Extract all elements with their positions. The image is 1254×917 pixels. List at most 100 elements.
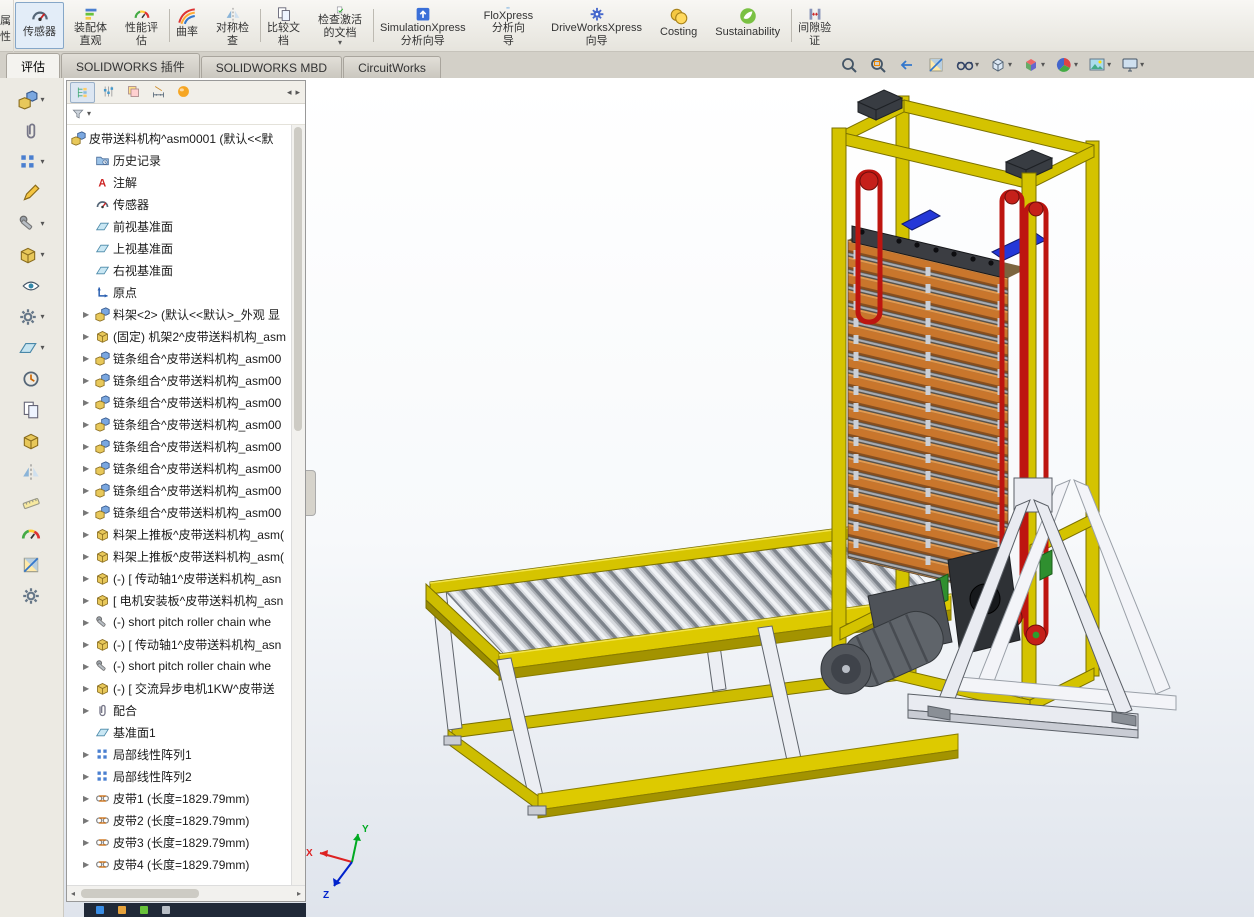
tree-item[interactable]: ▶ 链条组合^皮带送料机构_asm00	[67, 479, 305, 501]
expand-arrow-icon[interactable]: ▶	[83, 772, 92, 781]
tree-item[interactable]: ▶ 局部线性阵列1	[67, 743, 305, 765]
tree-item[interactable]: ▶ (固定) 机架2^皮带送料机构_asm	[67, 325, 305, 347]
symmetry-check-button[interactable]: 对称检 查	[208, 2, 261, 49]
expand-arrow-icon[interactable]: ▶	[83, 706, 92, 715]
expand-arrow-icon[interactable]: ▶	[83, 508, 92, 517]
taskbar-icon[interactable]	[96, 906, 104, 914]
apply-scene-button[interactable]: ▾	[1086, 54, 1113, 76]
configurationmanager-tab[interactable]	[122, 82, 145, 101]
tab-evaluate[interactable]: 评估	[6, 53, 61, 78]
expand-arrow-icon[interactable]: ▶	[83, 442, 92, 451]
expand-arrow-icon[interactable]: ▶	[83, 486, 92, 495]
tree-item[interactable]: 原点	[67, 281, 305, 303]
tree-item[interactable]: ▶ [ 电机安装板^皮带送料机构_asn	[67, 589, 305, 611]
driveworksxpress-button[interactable]: DriveWorksXpress 向导	[543, 2, 650, 49]
expand-arrow-icon[interactable]: ▶	[83, 530, 92, 539]
assembly-features-button[interactable]: ▾	[15, 305, 47, 329]
expand-arrow-icon[interactable]: ▶	[83, 464, 92, 473]
expand-arrow-icon[interactable]: ▶	[83, 376, 92, 385]
interference-detection-button[interactable]	[18, 460, 46, 484]
new-motion-study-button[interactable]	[18, 367, 46, 391]
tree-item[interactable]: 前视基准面	[67, 215, 305, 237]
zoom-to-area-button[interactable]	[867, 54, 890, 76]
taskbar-icon[interactable]	[118, 906, 126, 914]
expand-arrow-icon[interactable]: ▶	[83, 860, 92, 869]
expand-arrow-icon[interactable]: ▶	[83, 838, 92, 847]
edit-appearance-button[interactable]: ▾	[1053, 54, 1080, 76]
expand-arrow-icon[interactable]: ▶	[83, 662, 92, 671]
scrollbar-thumb[interactable]	[294, 127, 302, 431]
tree-item[interactable]: ▶ 料架上推板^皮带送料机构_asm(	[67, 545, 305, 567]
expand-arrow-icon[interactable]: ▶	[83, 398, 92, 407]
tree-item[interactable]: ▶ 料架<2> (默认<<默认>_外观 显	[67, 303, 305, 325]
expand-arrow-icon[interactable]: ▶	[83, 640, 92, 649]
tree-item[interactable]: ▶ 链条组合^皮带送料机构_asm00	[67, 435, 305, 457]
tree-item[interactable]: ▶ 局部线性阵列2	[67, 765, 305, 787]
sensors-button[interactable]: 传感器	[15, 2, 64, 49]
tab-solidworks-mbd[interactable]: SOLIDWORKS MBD	[200, 56, 343, 78]
measure-button[interactable]	[18, 491, 46, 515]
assembly-visualization-button[interactable]: 装配体 直观	[66, 2, 115, 49]
tree-item[interactable]: 上视基准面	[67, 237, 305, 259]
options-button[interactable]	[18, 584, 46, 608]
panel-splitter-handle[interactable]	[306, 470, 316, 516]
section-properties-button[interactable]	[18, 553, 46, 577]
tree-filter-bar[interactable]: ▾	[67, 104, 305, 125]
panel-prev-button[interactable]: ◂	[287, 87, 292, 98]
curvature-button[interactable]: 曲率	[168, 2, 206, 49]
expand-arrow-icon[interactable]: ▶	[83, 684, 92, 693]
bill-of-materials-button[interactable]	[18, 398, 46, 422]
expand-arrow-icon[interactable]: ▶	[83, 816, 92, 825]
check-active-document-button[interactable]: 检查激活 的文档 ▾	[310, 2, 374, 49]
tree-item[interactable]: ▶ 链条组合^皮带送料机构_asm00	[67, 347, 305, 369]
tree-item[interactable]: 右视基准面	[67, 259, 305, 281]
tree-item[interactable]: ▶ 链条组合^皮带送料机构_asm00	[67, 413, 305, 435]
move-component-button[interactable]: ▾	[15, 243, 47, 267]
edit-component-button[interactable]	[18, 181, 46, 205]
smart-fasteners-button[interactable]: ▾	[15, 212, 47, 236]
tree-root-item[interactable]: 皮带送料机构^asm0001 (默认<<默	[67, 127, 305, 149]
view-settings-button[interactable]: ▾	[1119, 54, 1146, 76]
performance-evaluation-button[interactable]: 性能评 估	[117, 2, 170, 49]
tree-item[interactable]: ▶ (-) [ 传动轴1^皮带送料机构_asn	[67, 633, 305, 655]
clearance-verification-button[interactable]: 间隙验 证	[790, 2, 839, 49]
insert-components-button[interactable]: ▾	[15, 88, 47, 112]
costing-button[interactable]: Costing	[652, 2, 705, 49]
expand-arrow-icon[interactable]: ▶	[83, 552, 92, 561]
taskbar-fragment[interactable]	[84, 903, 306, 917]
tree-item[interactable]: ▶ 链条组合^皮带送料机构_asm00	[67, 457, 305, 479]
tree-item[interactable]: 传感器	[67, 193, 305, 215]
tree-item[interactable]: ▶ 皮带2 (长度=1829.79mm)	[67, 809, 305, 831]
hide-show-items-button[interactable]: ▾	[954, 54, 981, 76]
linear-component-pattern-button[interactable]: ▾	[15, 150, 47, 174]
scrollbar-thumb[interactable]	[81, 889, 199, 898]
tree-item[interactable]: ▶ 皮带4 (长度=1829.79mm)	[67, 853, 305, 875]
tree-item[interactable]: ▶ 皮带3 (长度=1829.79mm)	[67, 831, 305, 853]
featuremanager-tab[interactable]	[70, 81, 95, 103]
display-style-button[interactable]: ▾	[987, 54, 1014, 76]
floxpress-button[interactable]: FloXpress 分析向 导	[476, 2, 542, 49]
zoom-to-fit-button[interactable]	[838, 54, 861, 76]
tree-vertical-scrollbar[interactable]	[291, 125, 305, 885]
expand-arrow-icon[interactable]: ▶	[83, 794, 92, 803]
expand-arrow-icon[interactable]: ▶	[83, 420, 92, 429]
tree-item[interactable]: 基准面1	[67, 721, 305, 743]
show-hidden-components-button[interactable]	[18, 274, 46, 298]
view-orientation-button[interactable]: ▾	[1020, 54, 1047, 76]
tree-horizontal-scrollbar[interactable]: ◂ ▸	[67, 885, 305, 901]
expand-arrow-icon[interactable]: ▶	[83, 750, 92, 759]
tree-item[interactable]: ▶ 配合	[67, 699, 305, 721]
panel-next-button[interactable]: ▸	[295, 87, 300, 98]
tree-item[interactable]: ▶ (-) [ 传动轴1^皮带送料机构_asn	[67, 567, 305, 589]
propertymanager-tab[interactable]	[97, 82, 120, 101]
exploded-view-button[interactable]	[18, 429, 46, 453]
tree-item[interactable]: ▶ 皮带1 (长度=1829.79mm)	[67, 787, 305, 809]
taskbar-icon[interactable]	[140, 906, 148, 914]
reference-geometry-button[interactable]: ▾	[15, 336, 47, 360]
dimxpertmanager-tab[interactable]	[147, 82, 170, 101]
expand-arrow-icon[interactable]: ▶	[83, 596, 92, 605]
displaymanager-tab[interactable]	[172, 82, 195, 101]
tree-item[interactable]: ▶ (-) short pitch roller chain whe	[67, 655, 305, 677]
expand-arrow-icon[interactable]: ▶	[83, 574, 92, 583]
tree-item[interactable]: ▶ 料架上推板^皮带送料机构_asm(	[67, 523, 305, 545]
